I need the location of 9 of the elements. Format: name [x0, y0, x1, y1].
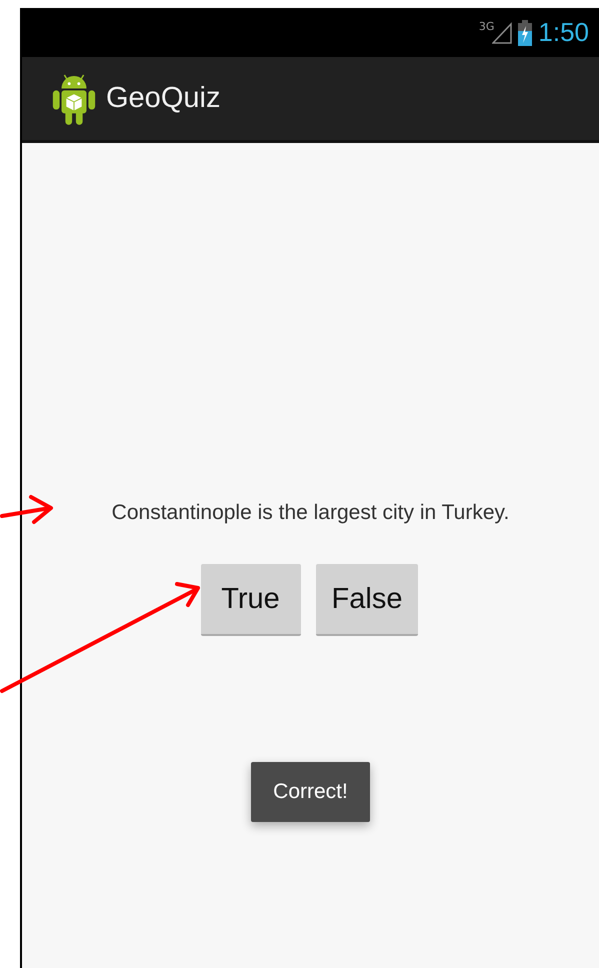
- clock-label: 1:50: [538, 17, 589, 48]
- signal-icon: [492, 22, 512, 44]
- answer-button[interactable]: False: [316, 564, 418, 636]
- app-title: GeoQuiz: [106, 82, 220, 115]
- battery-icon: [518, 20, 532, 46]
- toast-message: Correct!: [251, 762, 370, 822]
- network-label: 3G: [478, 20, 494, 33]
- question-text: Constantinople is the largest city in Turkey.: [112, 501, 510, 525]
- answer-button[interactable]: True: [200, 564, 301, 636]
